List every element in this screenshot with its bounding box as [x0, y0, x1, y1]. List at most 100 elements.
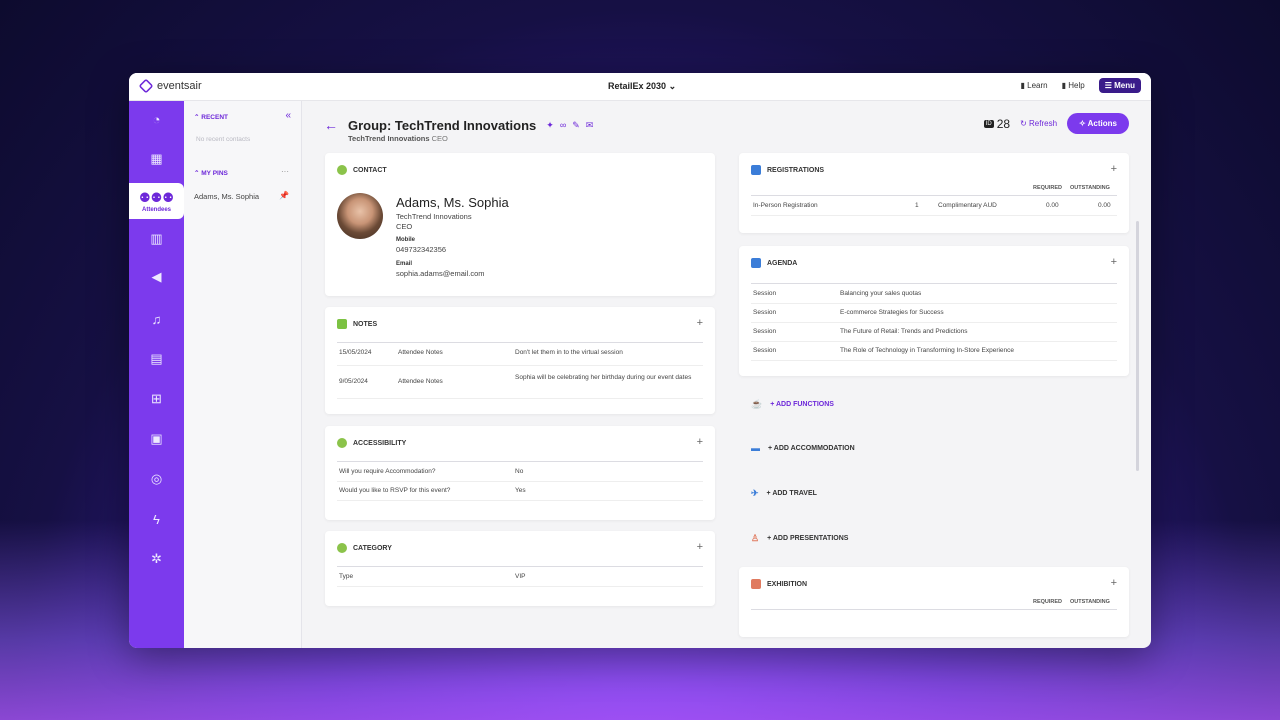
mail-icon[interactable]: ✉ — [586, 120, 600, 130]
add-travel-link[interactable]: ✈ + ADD TRAVEL — [751, 488, 817, 499]
add-registration-icon[interactable]: + — [1111, 163, 1117, 175]
category-icon — [337, 543, 347, 553]
required-col: REQUIRED — [1033, 599, 1063, 605]
actions-button[interactable]: ✧ Actions — [1067, 113, 1129, 134]
add-presentations-label: + ADD PRESENTATIONS — [767, 535, 849, 542]
megaphone-icon[interactable]: ◀ — [129, 259, 184, 295]
gear-icon[interactable]: ✲ — [129, 541, 184, 577]
calculator-icon[interactable]: ▤ — [129, 341, 184, 377]
pin-icon[interactable]: 📌 — [279, 191, 289, 200]
help-link[interactable]: ▮ Help — [1062, 81, 1085, 90]
page-title: Group: TechTrend Innovations — [348, 117, 537, 133]
nav-attendees[interactable]: ⚉⚉⚉ Attendees — [129, 183, 184, 219]
contact-heading-label: CONTACT — [353, 166, 387, 174]
answer-text: Yes — [515, 487, 526, 494]
magic-wand-icon: ✧ — [1079, 119, 1088, 128]
category-type-label: Type — [339, 573, 354, 580]
more-icon[interactable]: ··· — [281, 167, 289, 176]
mobile-value[interactable]: 049732342356 — [396, 245, 446, 254]
note-row[interactable]: 9/05/2024 Attendee Notes Sophia will be … — [337, 369, 703, 399]
chart-icon[interactable]: ▥ — [129, 221, 184, 257]
eventsair-logo[interactable]: eventsair — [138, 78, 202, 94]
collapse-icon[interactable]: « — [285, 110, 291, 121]
my-pins-heading[interactable]: ⌃ MY PINS — [194, 169, 228, 177]
pin-item[interactable]: Adams, Ms. Sophia — [194, 192, 259, 201]
learn-link[interactable]: ▮ Learn — [1021, 81, 1048, 90]
recent-heading[interactable]: ⌃ RECENT — [194, 113, 228, 121]
agenda-row[interactable]: Session The Role of Technology in Transf… — [751, 342, 1117, 361]
refresh-icon: ↻ — [1020, 119, 1029, 128]
menu-label: Menu — [1114, 81, 1135, 90]
clipboard-icon[interactable]: ▣ — [129, 421, 184, 457]
session-title: Balancing your sales quotas — [840, 290, 922, 297]
top-bar: eventsair RetailEx 2030 ⌄ ▮ Learn ▮ Help… — [129, 73, 1151, 101]
mobile-label: Mobile — [396, 237, 415, 243]
learn-label: Learn — [1027, 81, 1048, 90]
logo-icon — [138, 78, 154, 94]
bed-icon: ▬ — [751, 443, 760, 453]
question-row[interactable]: Will you require Accommodation? No — [337, 463, 703, 482]
nav-rail: ◔ ▦ ⚉⚉⚉ Attendees ▥ ◀ ♫ ▤ ⊞ ▣ ◎ ϟ ✲ — [129, 101, 184, 648]
add-travel-label: + ADD TRAVEL — [766, 490, 817, 497]
calendar-icon[interactable]: ▦ — [129, 141, 184, 177]
help-label: Help — [1068, 81, 1085, 90]
contact-icon — [337, 165, 347, 175]
add-category-icon[interactable]: + — [697, 541, 703, 553]
hamburger-icon: ☰ — [1104, 81, 1115, 90]
session-kind: Session — [753, 290, 777, 297]
add-presentations-link[interactable]: ♙ + ADD PRESENTATIONS — [751, 533, 848, 544]
required-col: REQUIRED — [1033, 185, 1063, 191]
org-chart-icon[interactable]: ⊞ — [129, 381, 184, 417]
agenda-row[interactable]: Session The Future of Retail: Trends and… — [751, 323, 1117, 342]
recent-label: RECENT — [201, 114, 228, 121]
question-text: Will you require Accommodation? — [339, 468, 436, 475]
top-links: ▮ Learn ▮ Help ☰ Menu — [1021, 78, 1141, 93]
accessibility-heading: ACCESSIBILITY — [337, 438, 406, 448]
edit-icon[interactable]: ✎ — [572, 120, 586, 130]
agenda-row[interactable]: Session E-commerce Strategies for Succes… — [751, 304, 1117, 323]
registrations-heading-label: REGISTRATIONS — [767, 166, 825, 174]
registration-required: 0.00 — [1046, 202, 1059, 209]
refresh-button[interactable]: ↻ Refresh — [1020, 119, 1057, 128]
menu-button[interactable]: ☰ Menu — [1098, 78, 1141, 93]
nav-attendees-label: Attendees — [141, 206, 171, 213]
lightning-icon[interactable]: ϟ — [129, 501, 184, 537]
add-accommodation-link[interactable]: ▬ + ADD ACCOMMODATION — [751, 443, 855, 453]
bell-icon[interactable]: ♫ — [129, 301, 184, 337]
pin-icon[interactable]: ✦ — [546, 120, 560, 130]
add-accessibility-icon[interactable]: + — [697, 436, 703, 448]
add-note-icon[interactable]: + — [697, 317, 703, 329]
note-type: Attendee Notes — [398, 378, 443, 385]
event-selector[interactable]: RetailEx 2030 ⌄ — [608, 81, 676, 92]
add-exhibition-icon[interactable]: + — [1111, 577, 1117, 589]
question-row[interactable]: Would you like to RSVP for this event? Y… — [337, 482, 703, 501]
calendar-icon — [751, 258, 761, 268]
accessibility-heading-label: ACCESSIBILITY — [353, 439, 407, 447]
globe-icon[interactable]: ◎ — [129, 461, 184, 497]
dashboard-icon[interactable]: ◔ — [129, 101, 184, 137]
back-arrow-icon[interactable]: ← — [324, 117, 338, 133]
add-agenda-icon[interactable]: + — [1111, 256, 1117, 268]
add-functions-link[interactable]: ☕ + ADD FUNCTIONS — [751, 399, 834, 410]
airplane-icon: ✈ — [751, 488, 759, 498]
session-title: The Role of Technology in Transforming I… — [840, 347, 1015, 354]
category-card: CATEGORY + Type VIP — [325, 531, 715, 606]
registration-row[interactable]: In-Person Registration 1 Complimentary A… — [751, 197, 1117, 216]
scrollbar[interactable] — [1136, 221, 1139, 471]
email-value[interactable]: sophia.adams@email.com — [396, 269, 484, 278]
category-row[interactable]: Type VIP — [337, 568, 703, 587]
agenda-row[interactable]: Session Balancing your sales quotas — [751, 285, 1117, 304]
avatar — [337, 193, 383, 239]
agenda-heading-label: AGENDA — [767, 259, 798, 267]
notes-heading-label: NOTES — [353, 320, 378, 328]
note-row[interactable]: 15/05/2024 Attendee Notes Don't let them… — [337, 344, 703, 366]
event-name: RetailEx 2030 — [608, 81, 667, 91]
link-icon[interactable]: ∞ — [560, 120, 572, 130]
note-text: Don't let them in to the virtual session — [515, 349, 623, 356]
contact-company: TechTrend Innovations — [396, 212, 472, 221]
category-heading-label: CATEGORY — [353, 544, 392, 552]
presenter-icon: ♙ — [751, 533, 760, 543]
divider — [751, 283, 1117, 284]
accessibility-icon — [337, 438, 347, 448]
session-title: E-commerce Strategies for Success — [840, 309, 944, 316]
